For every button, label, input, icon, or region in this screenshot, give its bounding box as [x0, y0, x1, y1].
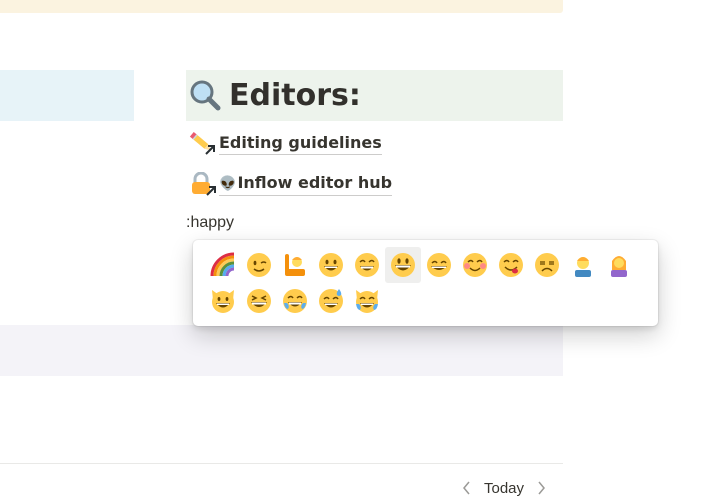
emoji-grinning-face[interactable] — [313, 247, 349, 283]
emoji-grinning-face-big-eyes[interactable] — [385, 247, 421, 283]
emoji-query-text[interactable]: :happy — [186, 214, 234, 232]
pencil-icon — [189, 131, 219, 156]
emoji-row — [205, 247, 648, 283]
emoji-cat-tears-of-joy[interactable] — [349, 283, 385, 319]
link-label[interactable]: Editing guidelines — [219, 133, 382, 155]
editors-heading: Editors: — [229, 78, 361, 113]
emoji-row — [205, 283, 648, 319]
date-navigation: Today — [458, 476, 550, 500]
chevron-left-icon[interactable] — [458, 478, 476, 498]
purple-callout-block — [0, 325, 563, 376]
lock-icon — [189, 171, 219, 196]
chevron-right-icon[interactable] — [532, 478, 550, 498]
section-divider — [0, 463, 563, 464]
emoji-grinning-squinting-smile[interactable] — [421, 247, 457, 283]
emoji-grinning-sweat[interactable] — [313, 283, 349, 319]
link-inflow-editor-hub[interactable]: 👽Inflow editor hub — [189, 171, 393, 197]
alien-icon: 👽 — [219, 175, 237, 192]
emoji-squinting-face[interactable] — [241, 283, 277, 319]
emoji-grinning-cat[interactable] — [205, 283, 241, 319]
link-editing-guidelines[interactable]: Editing guidelines — [189, 131, 382, 157]
link-label[interactable]: 👽Inflow editor hub — [219, 173, 393, 196]
top-callout-block — [0, 0, 563, 13]
emoji-face-savoring-food[interactable] — [493, 247, 529, 283]
magnifying-glass-icon — [189, 79, 223, 113]
blue-callout-block — [0, 70, 134, 121]
emoji-beaming-face[interactable] — [349, 247, 385, 283]
emoji-tears-of-joy[interactable] — [277, 283, 313, 319]
emoji-woman-standing[interactable] — [601, 247, 637, 283]
emoji-rainbow[interactable] — [205, 247, 241, 283]
emoji-unamused-face[interactable] — [529, 247, 565, 283]
emoji-picker-popup — [193, 240, 658, 326]
today-button[interactable]: Today — [476, 480, 532, 497]
emoji-man-standing[interactable] — [565, 247, 601, 283]
emoji-person-raising-hand[interactable] — [277, 247, 313, 283]
editors-heading-block[interactable]: Editors: — [186, 70, 563, 121]
emoji-winking-face[interactable] — [241, 247, 277, 283]
emoji-smiling-face-blush[interactable] — [457, 247, 493, 283]
